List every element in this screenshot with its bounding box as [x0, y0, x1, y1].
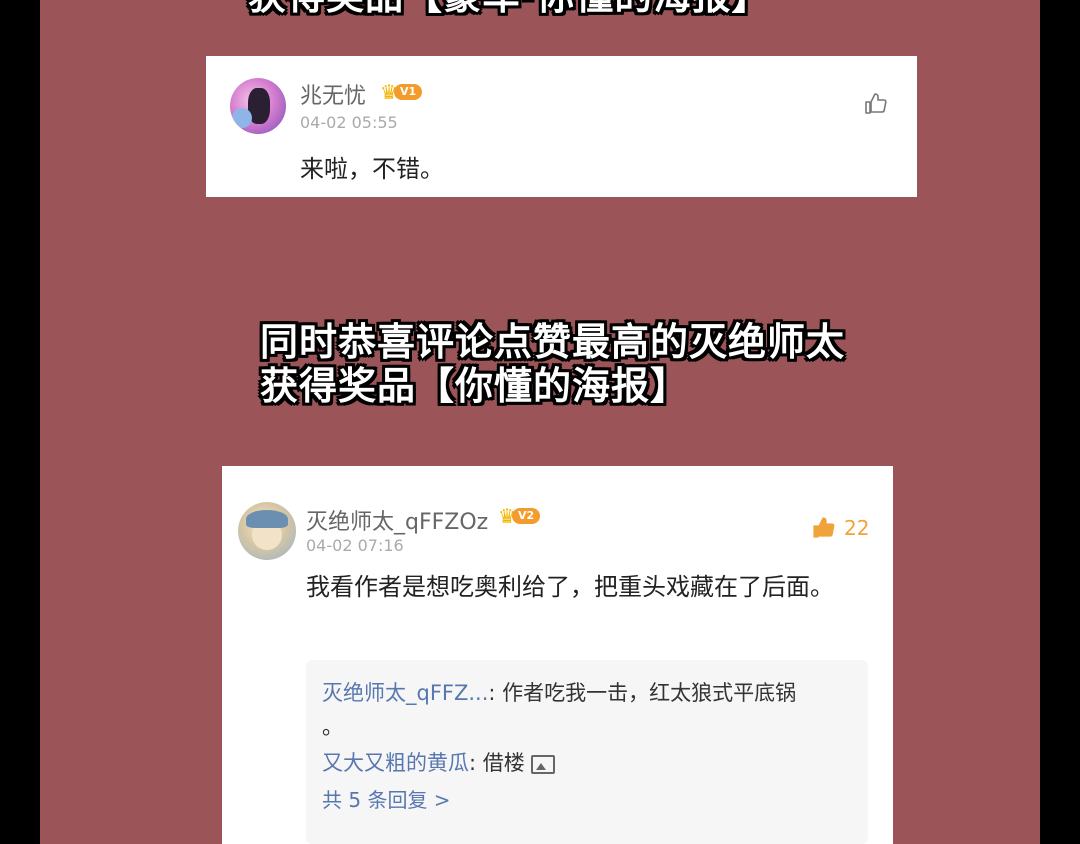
username[interactable]: 灭绝师太_qFFZOz [306, 504, 488, 536]
caption-line-2: 获得奖品【你懂的海报】 [260, 364, 690, 408]
comment-time: 04-02 07:16 [306, 536, 404, 555]
level-badge: V1 [393, 84, 423, 100]
level-badge: V2 [511, 508, 541, 524]
more-replies-link[interactable]: 共 5 条回复 > [322, 784, 451, 813]
username[interactable]: 兆无忧 [300, 78, 366, 110]
reply-item[interactable]: 又大又粗的黄瓜: 借楼 [322, 746, 555, 780]
comment-content: 我看作者是想吃奥利给了，把重头戏藏在了后面。 [306, 573, 834, 601]
reply-author[interactable]: 灭绝师太_qFFZ... [322, 681, 488, 705]
comment-time: 04-02 05:55 [300, 113, 398, 132]
thumbs-up-icon [813, 517, 835, 538]
caption-top: 获得奖品【豪车·你懂的海报】 [248, 0, 770, 18]
image-icon [530, 754, 555, 774]
caption-middle: 同时恭喜评论点赞最高的灭绝师太 获得奖品【你懂的海报】 [260, 320, 845, 408]
avatar[interactable] [238, 502, 296, 560]
reply-text-continuation: 。 [322, 715, 343, 739]
comment-card-2: 灭绝师太_qFFZOz ♛ V2 04-02 07:16 22 我看作者是想吃奥… [222, 466, 893, 844]
reply-text: 作者吃我一击，红太狼式平底锅 [502, 681, 797, 705]
like-count: 22 [844, 516, 870, 540]
comment-card-1: 兆无忧 ♛ V1 04-02 05:55 来啦，不错。 [206, 56, 917, 197]
caption-line-1: 同时恭喜评论点赞最高的灭绝师太 [260, 320, 846, 364]
avatar[interactable] [230, 78, 286, 134]
replies-box: 灭绝师太_qFFZ...: 作者吃我一击，红太狼式平底锅 。 又大又粗的黄瓜: … [306, 660, 868, 844]
like-button[interactable] [864, 92, 888, 116]
vip-badge: ♛ V1 [380, 82, 423, 102]
like-button[interactable]: 22 [812, 516, 869, 540]
thumbs-up-icon [865, 93, 887, 114]
vip-badge: ♛ V2 [498, 506, 541, 526]
reply-text: 借楼 [482, 751, 525, 775]
reply-author[interactable]: 又大又粗的黄瓜 [322, 751, 469, 775]
reply-item[interactable]: 灭绝师太_qFFZ...: 作者吃我一击，红太狼式平底锅 [322, 676, 796, 710]
comment-content: 来啦，不错。 [300, 155, 444, 183]
